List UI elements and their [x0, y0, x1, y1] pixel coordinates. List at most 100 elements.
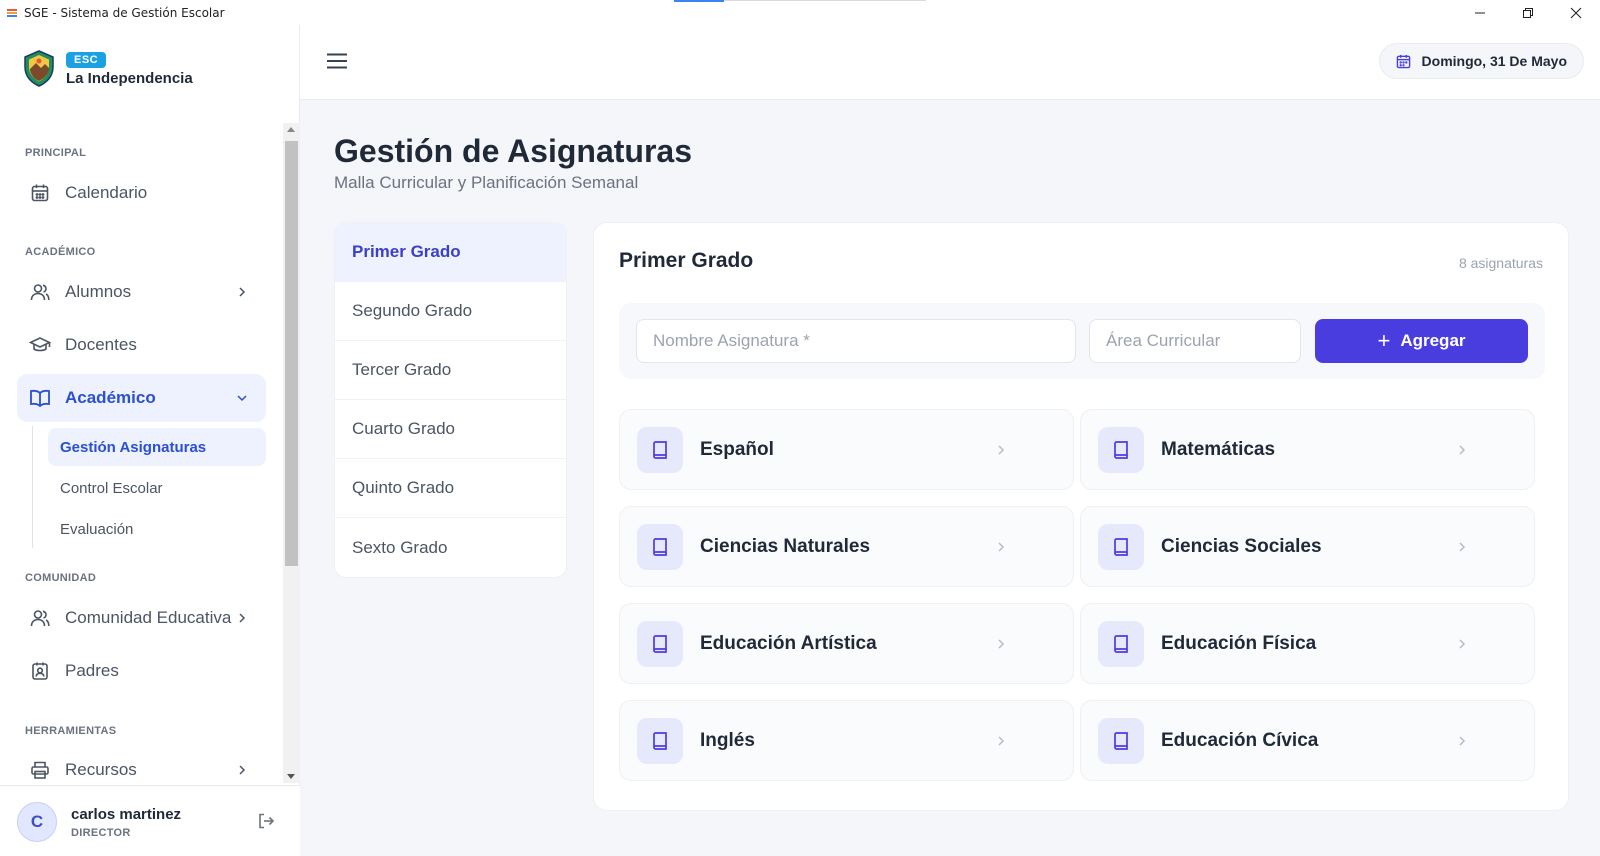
- sidebar-item-label: Recursos: [65, 760, 137, 779]
- sidebar-item-label: Calendario: [65, 183, 148, 202]
- minimize-icon[interactable]: [1456, 0, 1504, 25]
- section-label-herramientas: HERRAMIENTAS: [25, 725, 117, 737]
- sidebar-subitem-evaluacion[interactable]: Evaluación: [48, 510, 266, 548]
- submenu-guide-line: [32, 426, 33, 548]
- grade-item-segundo-grado[interactable]: Segundo Grado: [335, 282, 566, 341]
- book-icon: [637, 427, 683, 473]
- sidebar-item-docentes[interactable]: Docentes: [17, 321, 266, 369]
- grade-list: Primer Grado Segundo Grado Tercer Grado …: [334, 222, 567, 578]
- sidebar: ESC La Independencia PRINCIPAL Calendari…: [0, 25, 300, 856]
- subject-card[interactable]: Educación Física: [1080, 603, 1535, 684]
- sidebar-item-label: Académico: [65, 388, 156, 407]
- chevron-right-icon: [232, 282, 252, 302]
- subject-card[interactable]: Ciencias Naturales: [619, 506, 1074, 587]
- sidebar-item-comunidad-educativa[interactable]: Comunidad Educativa: [17, 594, 266, 642]
- subject-card[interactable]: Educación Artística: [619, 603, 1074, 684]
- chevron-right-icon: [991, 440, 1011, 460]
- scrollbar-thumb[interactable]: [285, 141, 298, 566]
- chevron-right-icon: [991, 731, 1011, 751]
- window-title: SGE - Sistema de Gestión Escolar: [24, 5, 225, 20]
- grade-item-sexto-grado[interactable]: Sexto Grado: [335, 518, 566, 577]
- book-open-icon: [29, 387, 51, 409]
- subject-name: Ciencias Sociales: [1161, 536, 1322, 557]
- chevron-right-icon: [232, 760, 252, 780]
- sidebar-item-recursos[interactable]: Recursos: [17, 746, 266, 783]
- chevron-right-icon: [232, 608, 252, 628]
- window-titlebar: SGE - Sistema de Gestión Escolar: [0, 0, 1600, 25]
- sidebar-item-padres[interactable]: Padres: [17, 647, 266, 695]
- scroll-down-arrow-icon[interactable]: [287, 774, 295, 779]
- grade-item-primer-grado[interactable]: Primer Grado: [335, 223, 566, 282]
- hamburger-menu-icon[interactable]: [324, 49, 350, 73]
- close-icon[interactable]: [1552, 0, 1600, 25]
- section-label-academico: ACADÉMICO: [25, 246, 96, 258]
- section-label-principal: PRINCIPAL: [25, 147, 87, 159]
- sidebar-item-calendario[interactable]: Calendario: [17, 169, 266, 217]
- avatar[interactable]: C: [17, 802, 57, 842]
- curricular-area-input[interactable]: [1089, 319, 1301, 363]
- subject-card[interactable]: Español: [619, 409, 1074, 490]
- top-header: Domingo, 31 De Mayo: [300, 25, 1600, 100]
- brand[interactable]: ESC La Independencia: [22, 49, 193, 87]
- chevron-right-icon: [1452, 634, 1472, 654]
- book-icon: [1098, 427, 1144, 473]
- restore-icon[interactable]: [1504, 0, 1552, 25]
- subjects-panel: Primer Grado 8 asignaturas + Agregar Esp…: [593, 222, 1569, 811]
- printer-icon: [29, 759, 51, 781]
- users-icon: [29, 281, 51, 303]
- subject-name: Educación Artística: [700, 633, 877, 654]
- add-subject-button[interactable]: + Agregar: [1315, 319, 1528, 363]
- page-title: Gestión de Asignaturas: [334, 133, 692, 169]
- sidebar-nav: PRINCIPAL Calendario ACADÉMICO Alumnos D…: [0, 123, 283, 783]
- logout-icon[interactable]: [255, 810, 277, 832]
- current-date: Domingo, 31 De Mayo: [1421, 53, 1567, 69]
- school-crest-logo: [24, 50, 54, 87]
- grade-item-quinto-grado[interactable]: Quinto Grado: [335, 459, 566, 518]
- subject-card[interactable]: Educación Cívica: [1080, 700, 1535, 781]
- subject-name-input[interactable]: [636, 319, 1076, 363]
- school-name: La Independencia: [66, 69, 193, 87]
- school-type-badge: ESC: [66, 51, 107, 68]
- subject-card[interactable]: Matemáticas: [1080, 409, 1535, 490]
- book-icon: [1098, 621, 1144, 667]
- book-icon: [1098, 718, 1144, 764]
- users-icon: [29, 607, 51, 629]
- chevron-down-icon: [232, 388, 252, 408]
- sidebar-subitem-gestion-asignaturas[interactable]: Gestión Asignaturas: [48, 428, 266, 466]
- sidebar-subitem-control-escolar[interactable]: Control Escolar: [48, 469, 266, 507]
- calendar-icon: [1396, 53, 1412, 69]
- section-label-comunidad: COMUNIDAD: [25, 572, 97, 584]
- sidebar-item-alumnos[interactable]: Alumnos: [17, 268, 266, 316]
- contact-card-icon: [29, 660, 51, 682]
- app-icon: [5, 6, 19, 20]
- subject-name: Inglés: [700, 730, 755, 751]
- user-profile: C carlos martinez DIRECTOR: [0, 785, 300, 856]
- grade-item-tercer-grado[interactable]: Tercer Grado: [335, 341, 566, 400]
- sidebar-scrollbar[interactable]: [283, 123, 300, 783]
- book-icon: [1098, 524, 1144, 570]
- chevron-right-icon: [991, 634, 1011, 654]
- sidebar-item-label: Padres: [65, 661, 119, 680]
- sidebar-item-academico[interactable]: Académico: [17, 374, 266, 422]
- graduation-cap-icon: [29, 334, 51, 356]
- subject-name: Ciencias Naturales: [700, 536, 871, 557]
- subject-count: 8 asignaturas: [1458, 255, 1543, 271]
- calendar-icon: [29, 182, 51, 204]
- subject-name: Español: [700, 439, 774, 460]
- sidebar-item-label: Docentes: [65, 335, 137, 354]
- add-button-label: Agregar: [1400, 331, 1466, 350]
- user-role: DIRECTOR: [71, 827, 131, 839]
- grade-item-cuarto-grado[interactable]: Cuarto Grado: [335, 400, 566, 459]
- subject-card[interactable]: Ciencias Sociales: [1080, 506, 1535, 587]
- scroll-up-arrow-icon[interactable]: [287, 127, 295, 132]
- panel-title: Primer Grado: [619, 249, 754, 272]
- chevron-right-icon: [1452, 440, 1472, 460]
- sidebar-item-label: Alumnos: [65, 282, 132, 301]
- subject-name: Educación Física: [1161, 633, 1317, 654]
- chevron-right-icon: [1452, 537, 1472, 557]
- add-subject-form: + Agregar: [619, 303, 1545, 379]
- subject-card[interactable]: Inglés: [619, 700, 1074, 781]
- user-name: carlos martinez: [71, 806, 182, 823]
- chevron-right-icon: [991, 537, 1011, 557]
- sidebar-item-label: Comunidad Educativa: [65, 608, 232, 627]
